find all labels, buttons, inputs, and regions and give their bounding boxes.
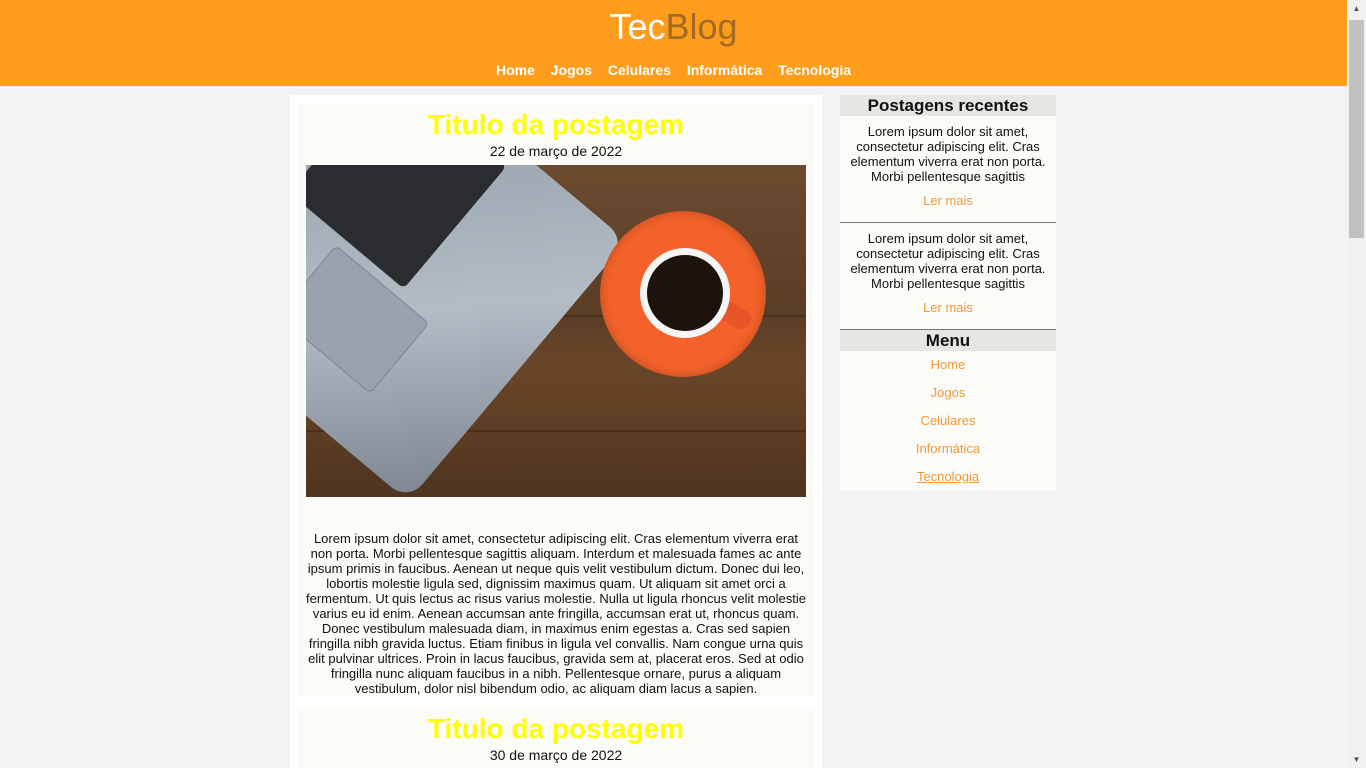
triangle-up-icon[interactable]: ▲ [1347,0,1366,17]
logo-blog: Blog [665,6,738,47]
side-menu-informatica[interactable]: Informática [840,435,1056,463]
triangle-down-icon[interactable]: ▼ [1347,751,1366,768]
scroll-thumb[interactable] [1349,20,1364,238]
post-title[interactable]: Titulo da postagem [298,109,814,141]
recent-post-item: Lorem ipsum dolor sit amet, consectetur … [840,223,1056,329]
post-card: Titulo da postagem 30 de março de 2022 [298,707,814,768]
recent-post-excerpt: Lorem ipsum dolor sit amet, consectetur … [850,231,1046,291]
site-logo[interactable]: TecBlog [0,7,1347,47]
sidebar: Postagens recentes Lorem ipsum dolor sit… [840,95,1056,491]
post-body: Lorem ipsum dolor sit amet, consectetur … [306,531,806,696]
side-menu-celulares[interactable]: Celulares [840,407,1056,435]
side-menu-home[interactable]: Home [840,351,1056,379]
nav-informatica[interactable]: Informática [687,62,762,78]
post-title[interactable]: Titulo da postagem [298,713,814,745]
menu-heading: Menu [840,330,1056,351]
post-image [306,165,806,497]
read-more-link[interactable]: Ler mais [848,193,1048,222]
post-card: Titulo da postagem 22 de março de 2022 L… [298,103,814,696]
main-content: Titulo da postagem 22 de março de 2022 L… [290,95,822,768]
recent-posts-heading: Postagens recentes [840,95,1056,116]
nav-tecnologia[interactable]: Tecnologia [778,62,851,78]
top-nav: Home Jogos Celulares Informática Tecnolo… [0,62,1347,78]
recent-post-excerpt: Lorem ipsum dolor sit amet, consectetur … [850,124,1046,184]
side-menu-jogos[interactable]: Jogos [840,379,1056,407]
nav-celulares[interactable]: Celulares [608,62,671,78]
logo-tec: Tec [609,6,666,47]
laptop-illustration [306,165,627,497]
post-date: 30 de março de 2022 [489,747,623,763]
read-more-link[interactable]: Ler mais [848,300,1048,329]
recent-post-item: Lorem ipsum dolor sit amet, consectetur … [840,116,1056,222]
side-menu-tecnologia[interactable]: Tecnologia [840,463,1056,491]
site-header: TecBlog Home Jogos Celulares Informática… [0,0,1347,86]
nav-home[interactable]: Home [496,62,535,78]
nav-jogos[interactable]: Jogos [551,62,592,78]
page-scrollbar[interactable]: ▲ ▼ [1347,0,1366,768]
post-date: 22 de março de 2022 [489,143,623,159]
